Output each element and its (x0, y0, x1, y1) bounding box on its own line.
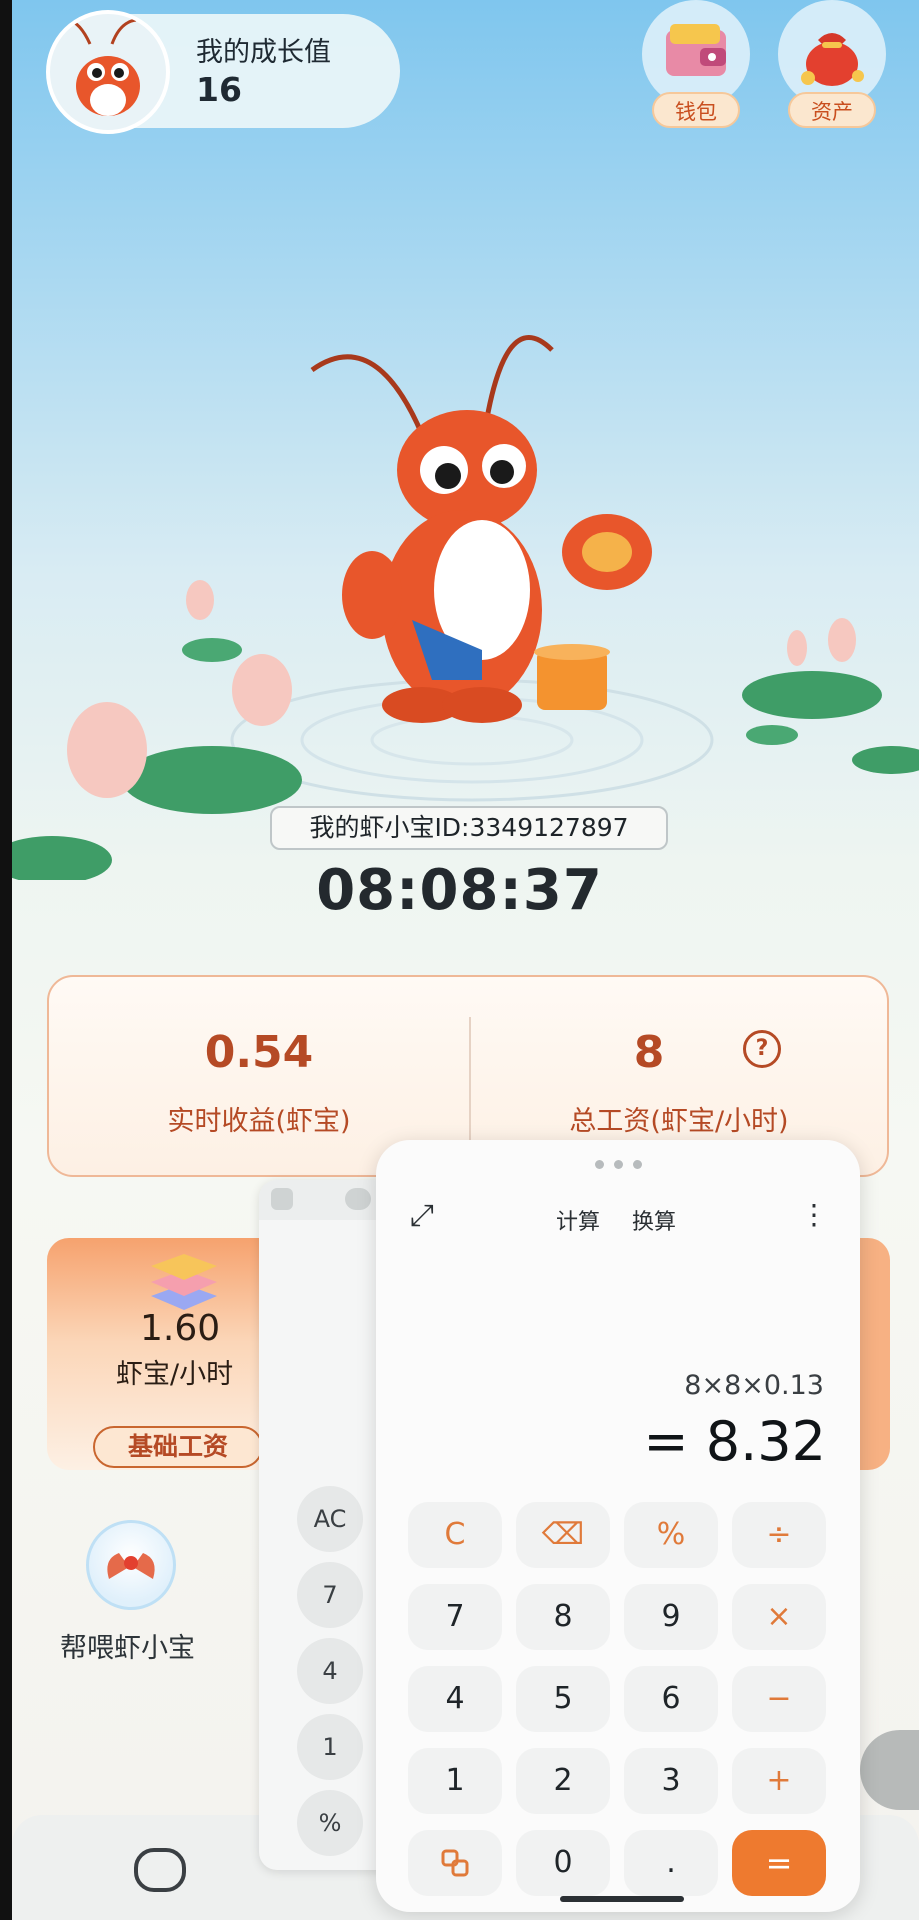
key-minus[interactable]: − (732, 1666, 826, 1732)
pet-id-label[interactable]: 我的虾小宝ID:3349127897 (270, 806, 668, 850)
window-handle[interactable] (590, 1154, 650, 1169)
mini-key-percent[interactable]: % (297, 1790, 363, 1856)
calc-result: = 8.32 (643, 1410, 826, 1473)
key-1[interactable]: 1 (408, 1748, 502, 1814)
key-multiply[interactable]: × (732, 1584, 826, 1650)
wallet-label: 钱包 (652, 92, 740, 128)
backspace-icon[interactable]: ⌫ (516, 1502, 610, 1568)
tab-calculate[interactable]: 计算 (556, 1204, 600, 1236)
feed-pet-label[interactable]: 帮喂虾小宝 (60, 1626, 195, 1665)
assets-button[interactable]: 资产 (778, 0, 886, 128)
key-8[interactable]: 8 (516, 1584, 610, 1650)
pond-scene (12, 335, 919, 880)
help-icon[interactable]: ? (743, 1030, 781, 1068)
expand-icon[interactable] (271, 1188, 293, 1210)
base-wage-unit: 虾宝/小时 (116, 1359, 234, 1390)
key-0[interactable]: 0 (516, 1830, 610, 1896)
assets-label: 资产 (788, 92, 876, 128)
key-9[interactable]: 9 (624, 1584, 718, 1650)
growth-label: 我的成长值 (196, 37, 331, 68)
home-indicator[interactable] (560, 1896, 684, 1902)
key-divide[interactable]: ÷ (732, 1502, 826, 1568)
base-wage-value: 1.60 (140, 1308, 221, 1349)
more-menu-icon[interactable]: ⋮ (800, 1198, 828, 1231)
countdown-clock: 08:08:37 (316, 858, 603, 923)
mini-key-7[interactable]: 7 (297, 1562, 363, 1628)
next-card-edge[interactable] (860, 1238, 890, 1470)
realtime-earnings-label: 实时收益(虾宝) (167, 1106, 351, 1137)
avatar[interactable] (46, 10, 170, 134)
calc-expression: 8×8×0.13 (684, 1370, 824, 1401)
minimize-icon[interactable] (345, 1188, 371, 1210)
key-3[interactable]: 3 (624, 1748, 718, 1814)
key-percent[interactable]: % (624, 1502, 718, 1568)
key-5[interactable]: 5 (516, 1666, 610, 1732)
base-wage-tag[interactable]: 基础工资 (93, 1426, 263, 1468)
calculator-window[interactable]: ⤢ 计算 换算 ⋮ 8×8×0.13 = 8.32 C ⌫ % ÷ 7 8 9 … (376, 1140, 860, 1912)
key-6[interactable]: 6 (624, 1666, 718, 1732)
key-equals[interactable]: = (732, 1830, 826, 1896)
mini-key-1[interactable]: 1 (297, 1714, 363, 1780)
total-wage-label: 总工资(虾宝/小时) (569, 1106, 789, 1137)
key-4[interactable]: 4 (408, 1666, 502, 1732)
key-plus[interactable]: + (732, 1748, 826, 1814)
tab-convert[interactable]: 换算 (632, 1204, 676, 1236)
mini-key-4[interactable]: 4 (297, 1638, 363, 1704)
realtime-earnings-value: 0.54 (204, 1027, 314, 1078)
expand-icon[interactable]: ⤢ (410, 1198, 434, 1233)
chat-icon[interactable] (134, 1848, 186, 1892)
key-2[interactable]: 2 (516, 1748, 610, 1814)
mini-key-ac[interactable]: AC (297, 1486, 363, 1552)
wallet-button[interactable]: 钱包 (642, 0, 750, 128)
rotate-layout-icon[interactable] (408, 1830, 502, 1896)
screen-edge (0, 0, 12, 1920)
feed-hands-icon[interactable] (86, 1520, 176, 1610)
layers-icon (151, 1254, 217, 1310)
key-decimal[interactable]: . (624, 1830, 718, 1896)
growth-value: 16 (196, 70, 242, 109)
key-clear[interactable]: C (408, 1502, 502, 1568)
key-7[interactable]: 7 (408, 1584, 502, 1650)
